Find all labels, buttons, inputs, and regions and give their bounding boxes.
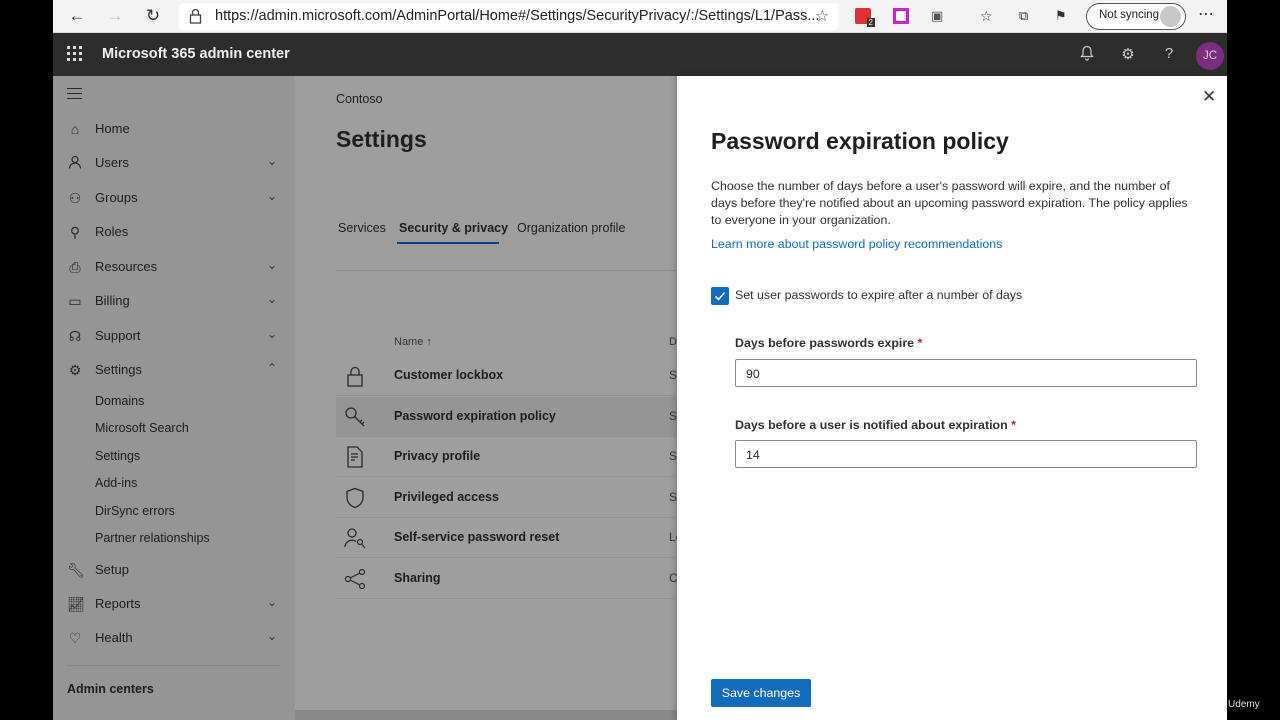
app-header: Microsoft 365 admin center ⚙ ? JC (53, 33, 1227, 76)
password-policy-panel: ✕ Password expiration policy Choose the … (677, 76, 1227, 720)
lock-icon (189, 8, 202, 24)
sync-button[interactable]: Not syncing (1086, 3, 1186, 30)
days-notify-label: Days before a user is notified about exp… (735, 418, 1016, 432)
avatar[interactable]: JC (1196, 42, 1224, 70)
extension-icon[interactable]: 2 (855, 8, 875, 27)
help-icon[interactable]: ? (1159, 45, 1179, 65)
days-expire-value: 90 (746, 367, 760, 381)
browser-toolbar: ← → ↻ https://admin.microsoft.com/AdminP… (53, 0, 1227, 33)
days-notify-input[interactable]: 14 (735, 440, 1197, 468)
panel-description: Choose the number of days before a user'… (711, 179, 1188, 227)
extension-badge: 2 (866, 18, 875, 27)
learn-more-link[interactable]: Learn more about password policy recomme… (711, 237, 1002, 251)
save-changes-button[interactable]: Save changes (711, 679, 811, 707)
favorite-star-icon[interactable]: ☆ (815, 6, 829, 26)
days-notify-value: 14 (746, 448, 760, 462)
profile-avatar-icon (1160, 6, 1181, 27)
checkbox-label[interactable]: Set user passwords to expire after a num… (735, 288, 1022, 302)
field-label-text: Days before passwords expire (735, 336, 915, 350)
app-title: Microsoft 365 admin center (102, 46, 290, 62)
more-menu-icon[interactable]: ⋯ (1198, 4, 1214, 24)
url-text[interactable]: https://admin.microsoft.com/AdminPortal/… (215, 8, 819, 24)
field-label-text: Days before a user is notified about exp… (735, 418, 1008, 432)
collections-icon[interactable]: ▣ (931, 8, 947, 24)
horizontal-scrollbar[interactable] (295, 710, 677, 720)
checkmark-icon (714, 291, 726, 301)
sync-label: Not syncing (1099, 9, 1160, 21)
bell-icon[interactable] (1077, 45, 1097, 65)
refresh-icon[interactable]: ↻ (143, 6, 163, 26)
forward-icon[interactable]: → (105, 6, 125, 26)
address-bar[interactable]: https://admin.microsoft.com/AdminPortal/… (179, 3, 839, 30)
browser-window: ← → ↻ https://admin.microsoft.com/AdminP… (53, 0, 1227, 720)
required-marker: * (1011, 418, 1016, 432)
watermark: Udemy (1228, 699, 1260, 710)
modal-overlay[interactable] (53, 76, 677, 720)
required-marker: * (917, 336, 923, 350)
close-icon[interactable]: ✕ (1202, 87, 1216, 107)
days-expire-label: Days before passwords expire * (735, 336, 922, 350)
days-expire-input[interactable]: 90 (735, 359, 1197, 387)
expire-passwords-checkbox[interactable] (711, 287, 729, 305)
panel-title: Password expiration policy (711, 128, 1009, 154)
gear-icon[interactable]: ⚙ (1118, 45, 1138, 65)
app-launcher-icon[interactable] (67, 46, 82, 61)
back-icon[interactable]: ← (67, 6, 87, 26)
extension-icon-2[interactable] (893, 8, 909, 24)
collections-add-icon[interactable]: ⧉ (1019, 8, 1035, 24)
favorites-icon[interactable]: ☆ (980, 8, 996, 24)
feedback-icon[interactable]: ⚑ (1055, 8, 1071, 24)
